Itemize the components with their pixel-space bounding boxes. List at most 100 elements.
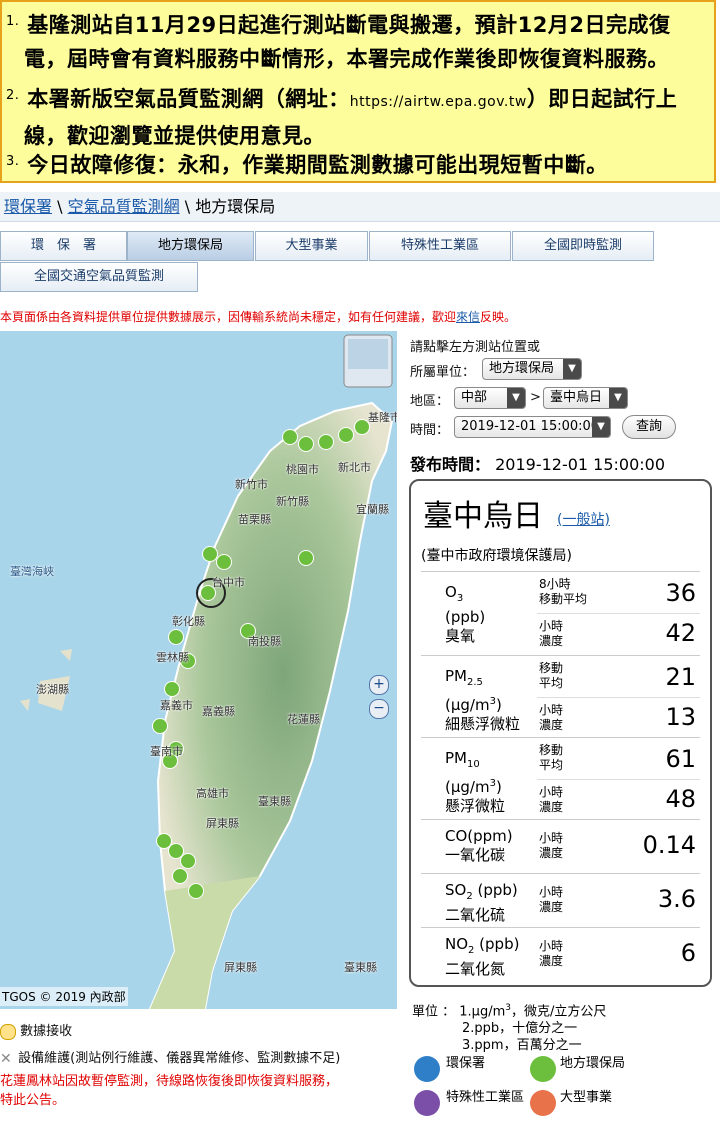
divider bbox=[421, 873, 700, 874]
region-label: 地區： bbox=[410, 394, 450, 409]
chevron-down-icon: ▼ bbox=[507, 388, 525, 408]
pollutant-unit: (μg/m bbox=[445, 696, 490, 714]
unit-select-value: 地方環保局 bbox=[489, 361, 555, 376]
pollutant-name: 一氧化碳 bbox=[445, 846, 506, 864]
avg-label-line: 濃度 bbox=[539, 634, 564, 648]
station-marker[interactable] bbox=[282, 429, 298, 445]
divider bbox=[421, 571, 700, 572]
so2-value: 3.6 bbox=[657, 885, 696, 913]
station-marker[interactable] bbox=[168, 629, 184, 645]
notice-text: 電，屆時會有資料服務中斷情形，本署完成作業後即恢復資料服務。 bbox=[24, 47, 669, 71]
tab-large-enterprise[interactable]: 大型事業 bbox=[255, 231, 368, 261]
query-button[interactable]: 查詢 bbox=[622, 415, 676, 439]
notice-text: 本署新版空氣品質監測網（網址： bbox=[27, 87, 350, 111]
disclaimer-text: 本頁面係由各資料提供單位提供數據展示，因傳輸系統尚未穩定，如有任何建議，歡迎 bbox=[0, 310, 457, 324]
no2-value: 6 bbox=[680, 939, 696, 967]
map-label: 嘉義縣 bbox=[202, 705, 235, 718]
station-marker[interactable] bbox=[318, 434, 334, 450]
industrial-station-icon bbox=[414, 1090, 440, 1116]
contact-link[interactable]: 來信 bbox=[456, 310, 480, 324]
station-marker[interactable] bbox=[338, 427, 354, 443]
divider bbox=[421, 655, 700, 656]
avg-label-line: 小時 bbox=[539, 619, 564, 633]
legend-text: 設備維護(測站例行維護、儀器異常維修、監測數據不足) bbox=[18, 1051, 341, 1066]
avg-label: 小時 濃度 bbox=[539, 785, 563, 815]
station-marker[interactable] bbox=[164, 681, 180, 697]
divider bbox=[421, 927, 700, 928]
station-marker[interactable] bbox=[180, 853, 196, 869]
avg-label-line: 小時 bbox=[539, 831, 564, 845]
station-select[interactable]: 臺中烏日 ▼ bbox=[543, 387, 628, 409]
legend-industrial: 特殊性工業區 bbox=[446, 1090, 525, 1105]
notice-2: 2. 本署新版空氣品質監測網（網址：https://airtw.epa.gov.… bbox=[6, 82, 677, 153]
station-marker[interactable] bbox=[298, 550, 314, 566]
station-marker[interactable] bbox=[298, 436, 314, 452]
avg-label: 小時 濃度 bbox=[539, 939, 563, 969]
avg-label: 小時 濃度 bbox=[539, 831, 563, 861]
release-value: 2019-12-01 15:00:00 bbox=[495, 455, 666, 474]
tab-epa[interactable]: 環 保 署 bbox=[0, 231, 127, 261]
time-select[interactable]: 2019-12-01 15:00:00 ▼ bbox=[454, 416, 611, 438]
pollutant-pm10-label: PM10 (μg/m3) 懸浮微粒 bbox=[445, 749, 505, 816]
disclaimer-text: 反映。 bbox=[480, 310, 517, 324]
breadcrumb: 環保署 \ 空氣品質監測網 \ 地方環保局 bbox=[0, 192, 720, 222]
map-label: 高雄市 bbox=[196, 787, 229, 800]
legend-notice: 花蓮鳳林站因故暫停監測，待線路恢復後即恢復資料服務， 特此公告。 bbox=[0, 1070, 338, 1108]
avg-label-line: 移動平均 bbox=[539, 592, 588, 606]
zoom-out-button[interactable]: − bbox=[369, 699, 389, 719]
region-arrow: > bbox=[530, 390, 541, 405]
pm10-hourly-value: 48 bbox=[665, 785, 696, 813]
station-marker[interactable] bbox=[152, 718, 168, 734]
divider bbox=[537, 697, 700, 698]
avg-label-line: 移動 bbox=[539, 743, 564, 757]
unit-notes: 單位 ： 1.μg/m3，微克/立方公尺 2.ppb，十億分之一 3.ppm，百… bbox=[412, 1000, 606, 1054]
unit-select[interactable]: 地方環保局 ▼ bbox=[482, 358, 582, 380]
release-time: 發布時間： 2019-12-01 15:00:00 bbox=[410, 451, 665, 475]
notice-text: 基隆測站自11月29日起進行測站斷電與搬遷，預計12月2日完成復 bbox=[27, 13, 671, 37]
region-select[interactable]: 中部 ▼ bbox=[454, 387, 526, 409]
tab-national-traffic[interactable]: 全國交通空氣品質監測 bbox=[0, 262, 198, 292]
unit-text: 2.ppb，十億分之一 bbox=[462, 1021, 578, 1037]
map-label: 彰化縣 bbox=[172, 615, 205, 628]
pollutant-name: 二氧化氮 bbox=[445, 960, 506, 978]
station-marker[interactable] bbox=[216, 554, 232, 570]
map-label: 南投縣 bbox=[248, 635, 281, 648]
tab-industrial-zone[interactable]: 特殊性工業區 bbox=[369, 231, 511, 261]
strait-label: 臺灣海峽 bbox=[10, 565, 54, 578]
breadcrumb-air-quality[interactable]: 空氣品質監測網 bbox=[68, 197, 180, 216]
breadcrumb-epa[interactable]: 環保署 bbox=[4, 197, 52, 216]
notice-url[interactable]: https://airtw.epa.gov.tw bbox=[350, 94, 527, 110]
pm10-avg-value: 61 bbox=[665, 745, 696, 773]
unit-text: 3.ppm，百萬分之一 bbox=[462, 1038, 582, 1054]
divider bbox=[421, 819, 700, 820]
chevron-down-icon: ▼ bbox=[609, 388, 627, 408]
pollutant-name: 細懸浮微粒 bbox=[445, 715, 521, 733]
chevron-down-icon: ▼ bbox=[563, 359, 581, 379]
zoom-in-button[interactable]: + bbox=[369, 675, 389, 695]
pollutant-co-label: CO(ppm) 一氧化碳 bbox=[445, 827, 513, 865]
avg-label: 移動 平均 bbox=[539, 661, 563, 691]
pollutant-symbol: NO bbox=[445, 935, 469, 953]
notice-text: 線，歡迎瀏覽並提供使用意見。 bbox=[24, 124, 325, 148]
time-select-value: 2019-12-01 15:00:00 bbox=[461, 419, 600, 434]
unit-text: 1.μg/m bbox=[459, 1004, 506, 1020]
tab-national-realtime[interactable]: 全國即時監測 bbox=[512, 231, 654, 261]
map-label: 臺東縣 bbox=[344, 961, 377, 974]
avg-label-line: 移動 bbox=[539, 661, 564, 675]
pollutant-name: 臭氧 bbox=[445, 627, 476, 645]
station-type-link[interactable]: (一般站) bbox=[557, 509, 610, 529]
chevron-down-icon: ▼ bbox=[592, 417, 610, 437]
station-map[interactable]: 臺灣海峽 基隆市 桃園市 新北市 新竹市 新竹縣 宜蘭縣 苗栗縣 台中市 彰化縣… bbox=[0, 331, 397, 1009]
map-label: 台中市 bbox=[212, 576, 245, 589]
station-marker[interactable] bbox=[188, 883, 204, 899]
avg-label: 小時 濃度 bbox=[539, 619, 563, 649]
station-agency: (臺中市政府環境保護局) bbox=[421, 548, 572, 564]
notice-number: 2. bbox=[6, 88, 20, 103]
map-label: 嘉義市 bbox=[160, 699, 193, 712]
pollutant-symbol: SO bbox=[445, 881, 467, 899]
tab-local-epb[interactable]: 地方環保局 bbox=[127, 231, 254, 261]
station-marker[interactable] bbox=[172, 868, 188, 884]
legend-epa: 環保署 bbox=[446, 1056, 486, 1071]
avg-label-line: 小時 bbox=[539, 703, 564, 717]
map-label: 新竹縣 bbox=[276, 495, 309, 508]
